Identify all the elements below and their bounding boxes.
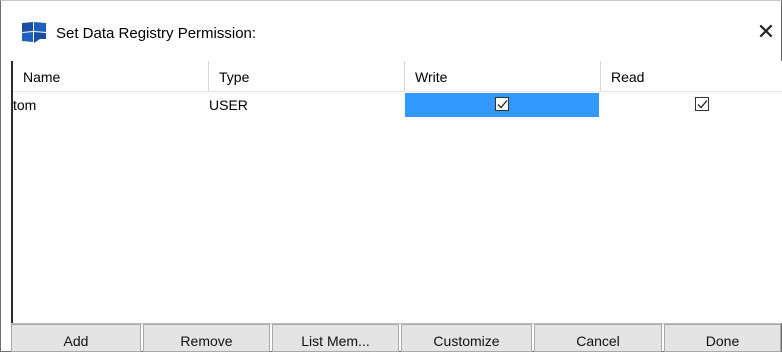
remove-button[interactable]: Remove — [143, 324, 270, 352]
table-header: Name Type Write Read — [13, 61, 782, 92]
write-checkbox[interactable] — [495, 97, 509, 111]
column-header-read[interactable]: Read — [601, 61, 782, 91]
cell-read[interactable] — [601, 93, 782, 117]
title-bar: Set Data Registry Permission: ✕ — [1, 1, 781, 53]
cancel-button[interactable]: Cancel — [534, 324, 662, 352]
close-icon[interactable]: ✕ — [753, 19, 779, 45]
table-row[interactable]: tom USER — [13, 93, 782, 117]
add-button[interactable]: Add — [11, 324, 141, 352]
permissions-table[interactable]: Name Type Write Read tom USER — [11, 61, 782, 323]
checkmark-icon — [697, 100, 708, 109]
done-button[interactable]: Done — [664, 324, 781, 352]
checkmark-icon — [497, 100, 508, 109]
dialog-title: Set Data Registry Permission: — [56, 25, 257, 42]
permission-dialog: Set Data Registry Permission: ✕ Name Typ… — [0, 0, 782, 352]
customize-button[interactable]: Customize — [401, 324, 532, 352]
column-header-name[interactable]: Name — [13, 61, 209, 91]
list-members-button[interactable]: List Mem... — [272, 324, 399, 352]
cell-type: USER — [209, 97, 248, 113]
read-checkbox[interactable] — [695, 97, 709, 111]
cell-name: tom — [13, 97, 37, 113]
button-bar: Add Remove List Mem... Customize Cancel … — [11, 323, 781, 352]
column-header-type[interactable]: Type — [209, 61, 405, 91]
column-header-write[interactable]: Write — [405, 61, 601, 91]
data-registry-icon — [22, 22, 46, 43]
cell-write[interactable] — [405, 93, 599, 117]
